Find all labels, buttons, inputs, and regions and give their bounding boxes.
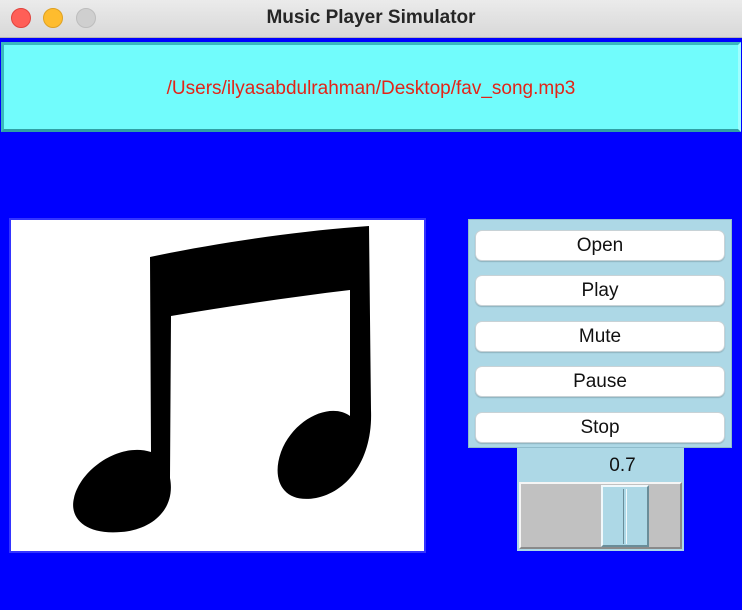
volume-value: 0.7 (609, 455, 636, 476)
slider-grip (623, 489, 627, 544)
music-note-icon (73, 226, 372, 533)
mute-button[interactable]: Mute (475, 321, 725, 352)
open-button[interactable]: Open (475, 230, 725, 261)
stop-button[interactable]: Stop (475, 412, 725, 443)
pause-button[interactable]: Pause (475, 366, 725, 397)
play-button[interactable]: Play (475, 275, 725, 306)
album-art-panel (9, 218, 426, 553)
volume-slider-thumb[interactable] (601, 485, 649, 547)
volume-slider[interactable] (519, 482, 682, 549)
controls-panel: Open Play Mute Pause Stop (468, 219, 732, 448)
file-path-display: /Users/ilyasabdulrahman/Desktop/fav_song… (1, 42, 741, 132)
volume-panel: 0.7 (517, 448, 684, 551)
window-title: Music Player Simulator (266, 7, 476, 28)
title-bar: Music Player Simulator (0, 0, 742, 38)
file-path-label: /Users/ilyasabdulrahman/Desktop/fav_song… (166, 78, 576, 99)
app-window: Music Player Simulator /Users/ilyasabdul… (0, 0, 742, 610)
